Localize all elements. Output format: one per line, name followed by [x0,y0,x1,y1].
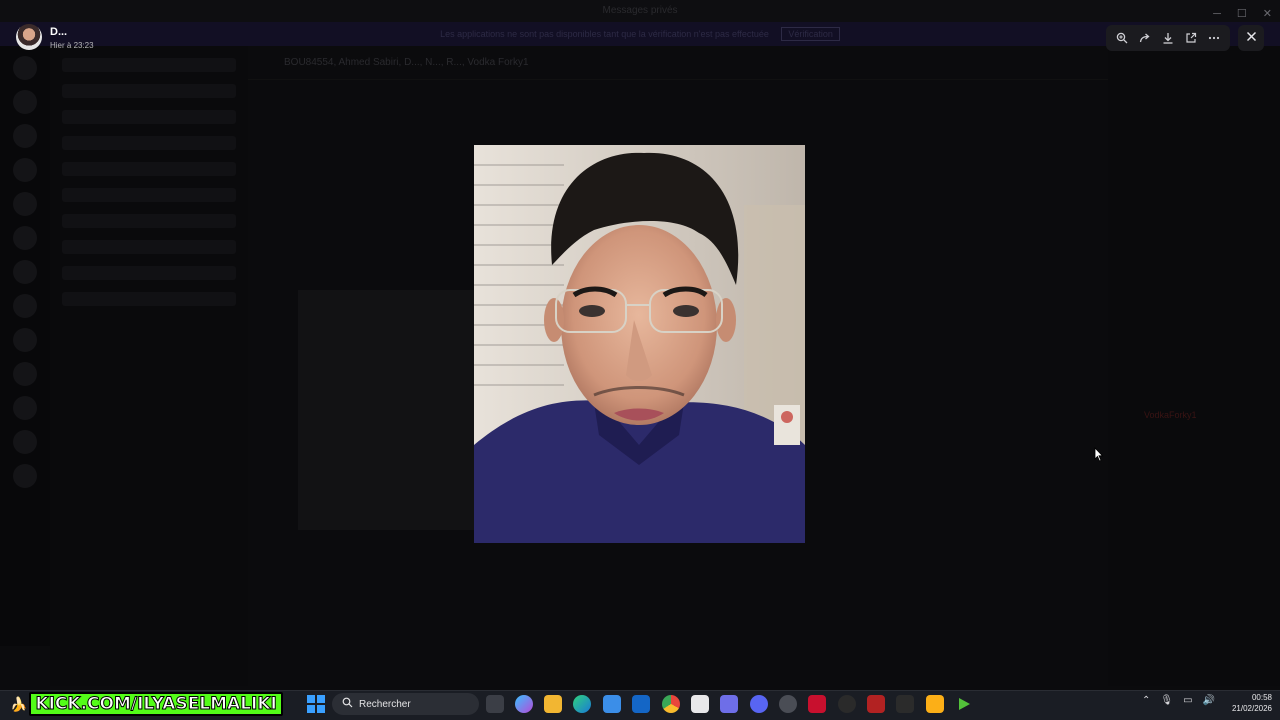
viewer-toolbar [1106,25,1230,51]
server-list [0,46,50,646]
system-tray: ⌃ 🎙 ▭ 🔊 [1142,695,1215,706]
banner-button[interactable]: Vérification [781,27,840,41]
chevron-up-icon[interactable]: ⌃ [1142,695,1150,706]
list-item[interactable] [62,136,236,150]
outlook-icon[interactable] [632,695,650,713]
network-icon[interactable]: ▭ [1183,695,1192,706]
list-item[interactable] [62,58,236,72]
list-item[interactable] [62,240,236,254]
microphone-icon[interactable]: 🎙 [1160,695,1173,706]
forward-icon[interactable] [1136,29,1154,47]
verification-banner: Les applications ne sont pas disponibles… [0,22,1280,46]
chat-header: BOU84554, Ahmed Sabiri, D..., N..., R...… [248,46,1108,80]
list-item[interactable] [62,292,236,306]
list-item[interactable] [62,266,236,280]
server-icon[interactable] [13,362,37,386]
list-item[interactable] [62,214,236,228]
server-icon[interactable] [13,396,37,420]
epic-games-icon[interactable] [896,695,914,713]
more-icon[interactable] [1205,29,1223,47]
server-icon[interactable] [13,260,37,284]
red-app-icon[interactable] [808,695,826,713]
server-icon[interactable] [13,124,37,148]
member-list [1108,46,1280,686]
list-item[interactable] [62,110,236,124]
viewer-image[interactable] [474,145,805,543]
store-icon[interactable] [603,695,621,713]
file-explorer-icon[interactable] [544,695,562,713]
game-app-icon[interactable] [720,695,738,713]
app-icon[interactable] [691,695,709,713]
chromium-icon[interactable] [779,695,797,713]
avatar[interactable] [16,24,42,50]
banana-icon: 🍌 [10,695,28,712]
chrome-icon[interactable] [662,695,680,713]
taskbar-search[interactable]: Rechercher [332,693,479,715]
system-clock[interactable]: 00:58 21/02/2026 [1222,692,1272,714]
banner-text: Les applications ne sont pas disponibles… [440,29,769,39]
server-icon[interactable] [13,328,37,352]
windows-start-icon[interactable] [307,695,325,713]
list-item[interactable] [62,84,236,98]
play-icon[interactable] [955,695,973,713]
mouse-cursor-icon [1094,447,1104,467]
server-icon[interactable] [13,158,37,182]
message-timestamp: Hier à 23:23 [50,41,94,50]
server-icon[interactable] [13,430,37,454]
server-icon[interactable] [13,226,37,250]
wuthering-icon[interactable] [867,695,885,713]
download-icon[interactable] [1159,29,1177,47]
list-item[interactable] [62,188,236,202]
server-icon[interactable] [13,90,37,114]
zoom-in-icon[interactable] [1113,29,1131,47]
stream-overlay-banner: 🍌 KICK.COM/ILYASELMALIKI [10,692,283,716]
dark-app-icon[interactable] [838,695,856,713]
window-titlebar: Messages privés ─ ☐ ✕ [0,0,1280,22]
clock-date: 21/02/2026 [1231,704,1272,713]
author-name[interactable]: D... [50,26,67,38]
server-icon[interactable] [13,192,37,216]
task-view-icon[interactable] [486,695,504,713]
kick-url-text: KICK.COM/ILYASELMALIKI [29,692,283,716]
message-image-thumbnail[interactable] [298,290,478,530]
dm-list [50,46,248,686]
search-icon [342,695,353,713]
close-icon [1246,29,1257,47]
open-external-icon[interactable] [1182,29,1200,47]
volume-icon[interactable]: 🔊 [1203,695,1215,706]
search-placeholder: Rechercher [359,698,411,710]
server-icon[interactable] [13,464,37,488]
window-title: Messages privés [602,5,678,16]
edge-icon[interactable] [573,695,591,713]
rockstar-icon[interactable] [926,695,944,713]
copilot-icon[interactable] [515,695,533,713]
server-icon[interactable] [13,56,37,80]
list-item[interactable] [62,162,236,176]
discord-icon[interactable] [750,695,768,713]
close-viewer-button[interactable] [1238,25,1264,51]
member-name[interactable]: VodkaForky1 [1144,410,1197,420]
chat-header-title: BOU84554, Ahmed Sabiri, D..., N..., R...… [284,57,529,68]
server-icon[interactable] [13,294,37,318]
clock-time: 00:58 [1251,693,1272,702]
